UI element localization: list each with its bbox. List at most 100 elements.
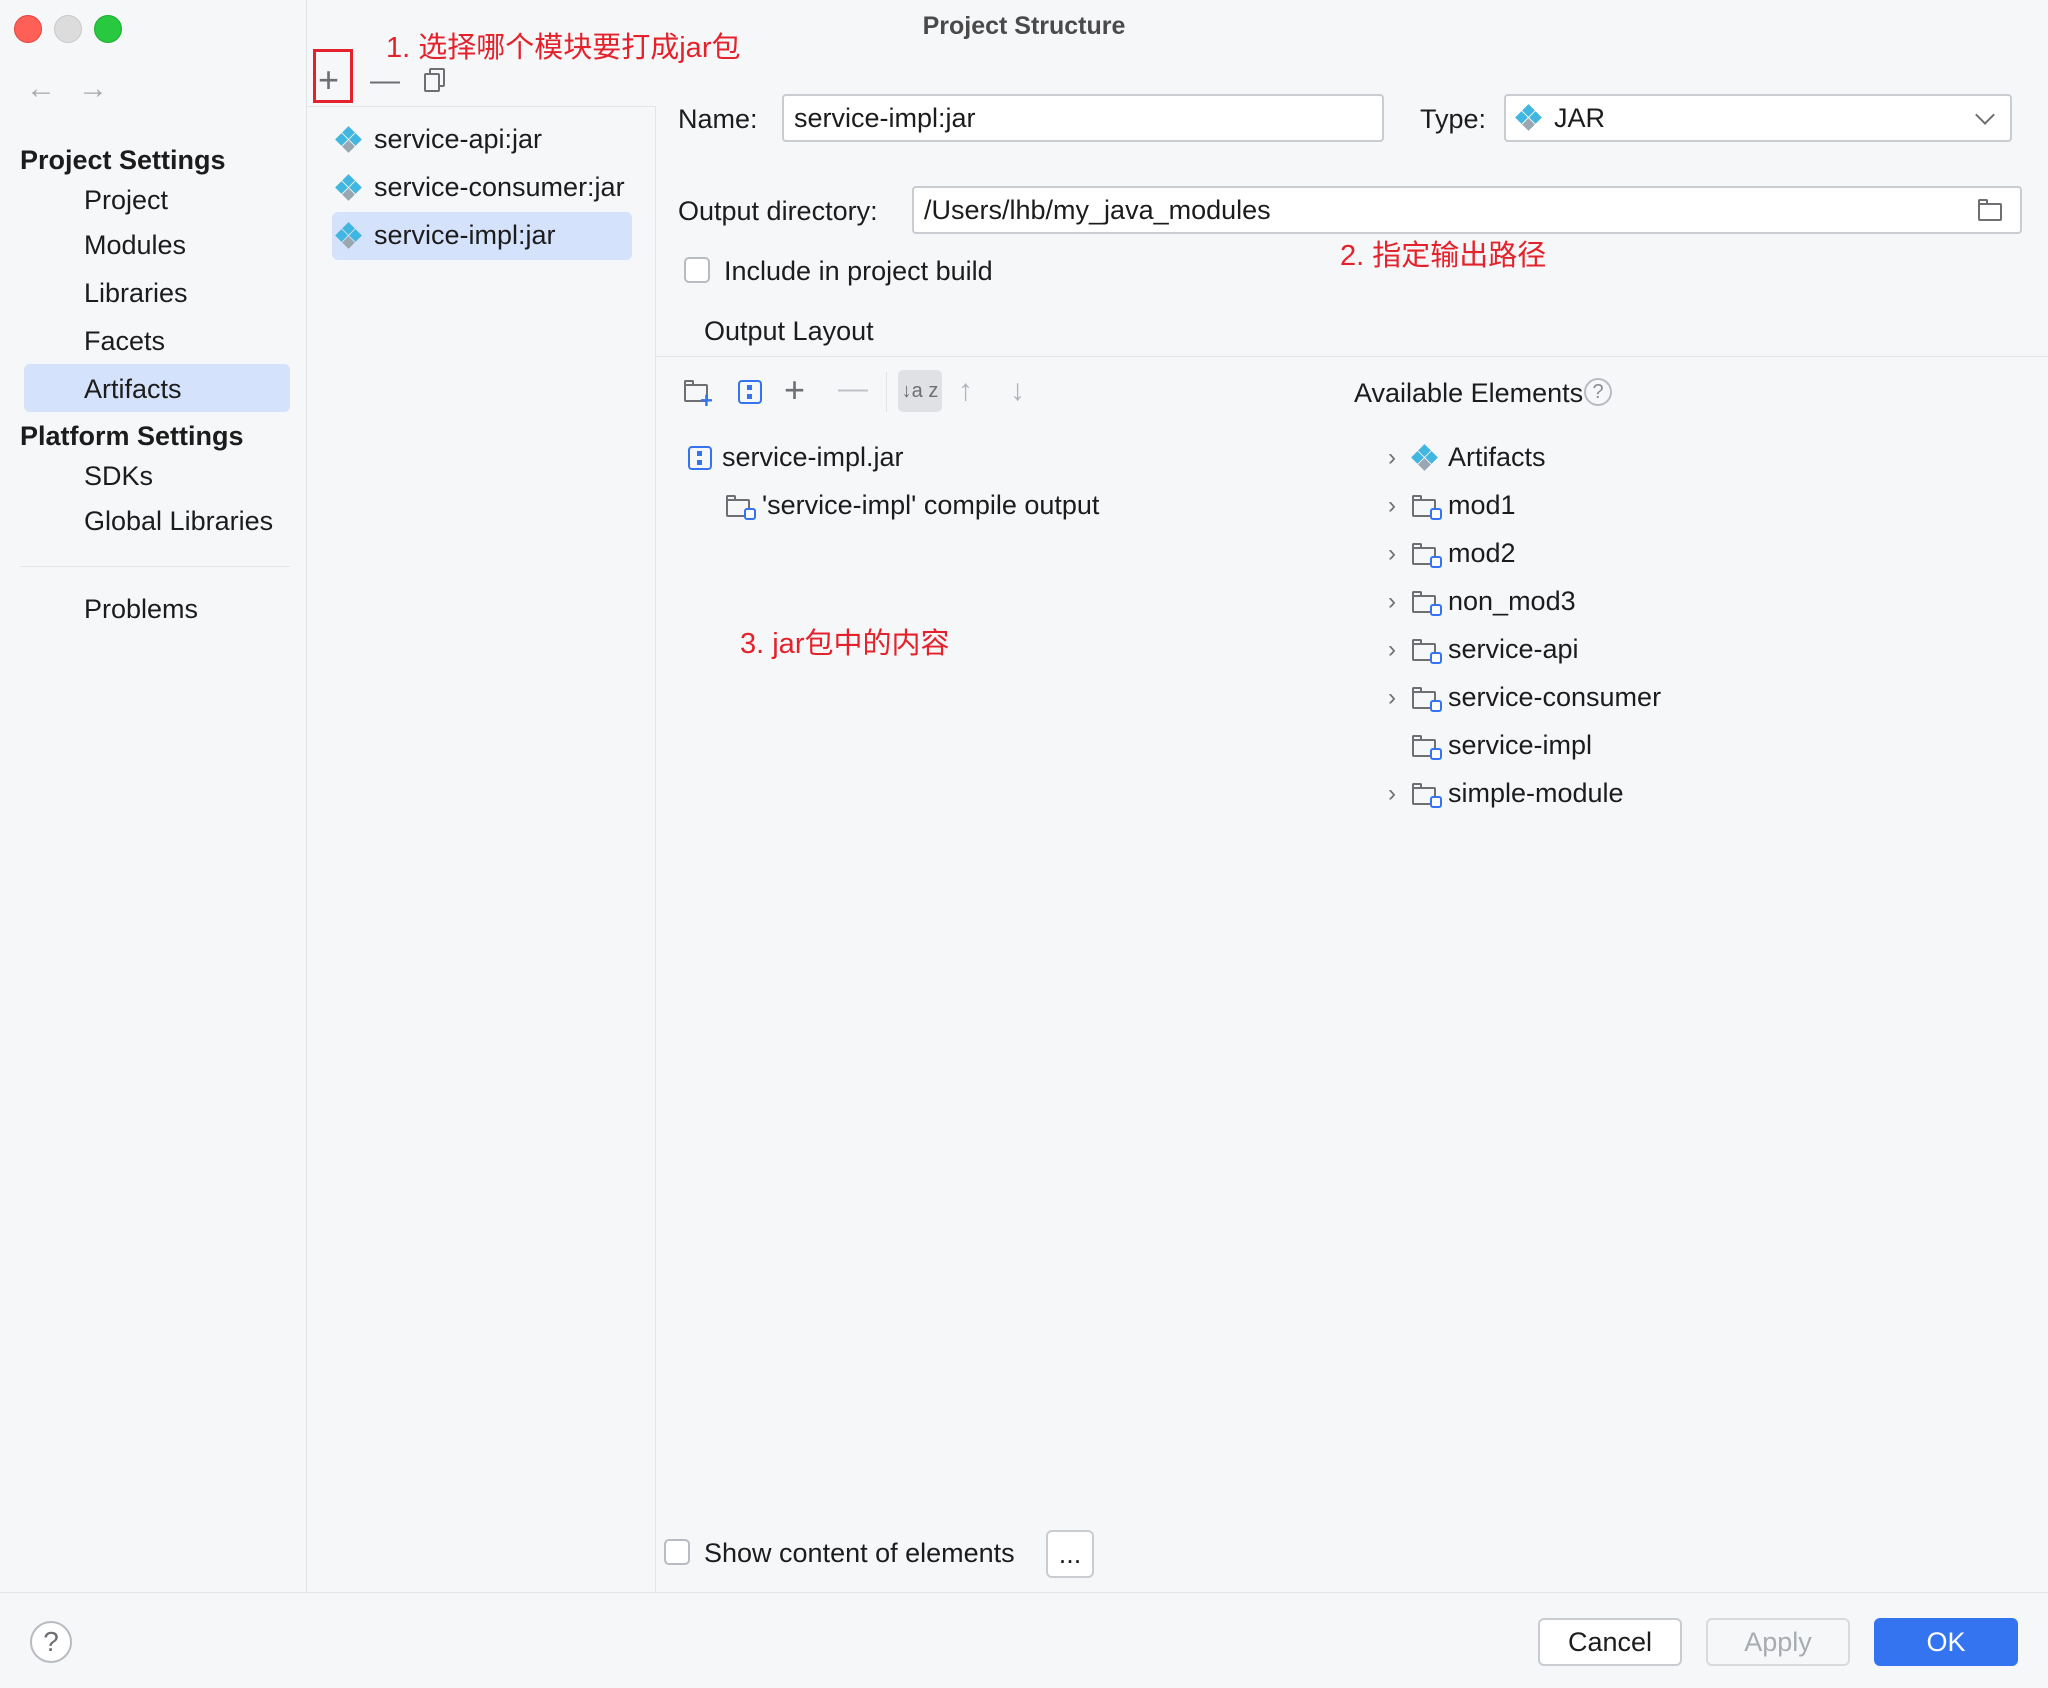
- available-item-mod2[interactable]: › mod2: [1382, 538, 1516, 569]
- available-item-service-consumer[interactable]: › service-consumer: [1382, 682, 1661, 713]
- module-folder-icon: [1412, 782, 1442, 808]
- window-title: Project Structure: [922, 12, 1126, 40]
- back-arrow-icon[interactable]: ←: [26, 74, 56, 104]
- module-folder-icon: [1412, 734, 1442, 760]
- available-elements-title: Available Elements: [1354, 378, 1584, 408]
- available-item-non-mod3[interactable]: › non_mod3: [1382, 586, 1576, 617]
- annotation-1: 1. 选择哪个模块要打成jar包: [386, 32, 741, 64]
- layout-root-label: service-impl.jar: [722, 442, 904, 472]
- layout-child-item[interactable]: 'service-impl' compile output: [726, 490, 1099, 521]
- chevron-right-icon[interactable]: ›: [1382, 588, 1402, 616]
- available-item-label: mod1: [1448, 490, 1516, 520]
- output-directory-input[interactable]: /Users/lhb/my_java_modules: [912, 186, 2022, 234]
- jar-type-icon: [1515, 104, 1542, 131]
- type-select[interactable]: JAR: [1504, 94, 2012, 142]
- module-folder-icon: [1412, 590, 1442, 616]
- layout-child-label: 'service-impl' compile output: [762, 490, 1100, 520]
- name-input[interactable]: service-impl:jar: [782, 94, 1384, 142]
- annotation-3: 3. jar包中的内容: [740, 628, 950, 660]
- tab-divider: [656, 356, 2048, 357]
- chevron-right-icon[interactable]: ›: [1382, 780, 1402, 808]
- include-in-build-label: Include in project build: [724, 256, 993, 286]
- tab-output-layout[interactable]: Output Layout: [704, 316, 874, 347]
- artifact-item-label: service-consumer:jar: [374, 172, 625, 202]
- artifact-item[interactable]: service-api:jar: [335, 124, 542, 155]
- nav-divider: [20, 566, 290, 567]
- add-layout-element-icon[interactable]: +: [784, 372, 805, 408]
- move-up-icon[interactable]: ↑: [958, 376, 973, 406]
- apply-button[interactable]: Apply: [1706, 1618, 1850, 1666]
- platform-settings-heading: Platform Settings: [20, 421, 244, 451]
- available-item-label: simple-module: [1448, 778, 1624, 808]
- jar-archive-icon: [688, 445, 712, 470]
- available-item-mod1[interactable]: › mod1: [1382, 490, 1516, 521]
- help-button[interactable]: ?: [30, 1621, 72, 1663]
- nav-item-problems[interactable]: Problems: [84, 594, 198, 625]
- annotation-2: 2. 指定输出路径: [1340, 240, 1547, 272]
- nav-item-facets[interactable]: Facets: [84, 326, 165, 357]
- available-item-label: mod2: [1448, 538, 1516, 568]
- create-archive-icon[interactable]: [738, 380, 762, 404]
- chevron-right-icon[interactable]: ›: [1382, 540, 1402, 568]
- nav-item-modules[interactable]: Modules: [84, 230, 186, 261]
- module-folder-icon: [1412, 638, 1442, 664]
- cancel-button[interactable]: Cancel: [1538, 1618, 1682, 1666]
- available-item-simple-module[interactable]: › simple-module: [1382, 778, 1624, 809]
- chevron-right-icon[interactable]: ›: [1382, 684, 1402, 712]
- type-select-value: JAR: [1554, 102, 1606, 133]
- chevron-right-icon[interactable]: ›: [1382, 636, 1402, 664]
- nav-item-project[interactable]: Project: [84, 185, 168, 216]
- module-output-folder-icon: [726, 494, 756, 520]
- forward-arrow-icon[interactable]: →: [78, 74, 108, 104]
- sort-elements-icon[interactable]: ↓a z: [898, 370, 942, 412]
- output-directory-label: Output directory:: [678, 196, 878, 226]
- chevron-down-icon: [1975, 105, 1995, 125]
- available-item-label: Artifacts: [1448, 442, 1546, 472]
- remove-artifact-icon[interactable]: —: [370, 66, 400, 96]
- name-label: Name:: [678, 104, 758, 134]
- nav-item-global-libraries[interactable]: Global Libraries: [84, 506, 273, 537]
- artifact-item[interactable]: service-impl:jar: [335, 220, 556, 251]
- show-content-options-button[interactable]: ...: [1046, 1530, 1094, 1578]
- artifact-icon: [335, 125, 362, 153]
- show-content-label: Show content of elements: [704, 1538, 1015, 1568]
- footer-divider: [0, 1592, 2048, 1593]
- output-directory-value: /Users/lhb/my_java_modules: [924, 194, 1271, 225]
- artifact-icon: [335, 221, 362, 249]
- browse-folder-icon[interactable]: [1978, 199, 2004, 221]
- artifacts-toolbar-divider: [306, 106, 655, 107]
- available-item-label: service-api: [1448, 634, 1579, 664]
- module-folder-icon: [1412, 686, 1442, 712]
- artifacts-panel-divider: [655, 106, 656, 1592]
- artifact-icon: [1411, 443, 1438, 471]
- include-in-build-checkbox[interactable]: [684, 257, 710, 283]
- remove-layout-element-icon[interactable]: —: [838, 374, 868, 404]
- ok-button[interactable]: OK: [1874, 1618, 2018, 1666]
- name-input-value: service-impl:jar: [794, 102, 976, 133]
- module-folder-icon: [1412, 494, 1442, 520]
- help-icon[interactable]: ?: [1584, 378, 1612, 406]
- nav-item-libraries[interactable]: Libraries: [84, 278, 188, 309]
- module-folder-icon: [1412, 542, 1442, 568]
- move-down-icon[interactable]: ↓: [1010, 376, 1025, 406]
- new-directory-icon[interactable]: +: [684, 380, 713, 413]
- show-content-checkbox[interactable]: [664, 1539, 690, 1565]
- available-item-service-api[interactable]: › service-api: [1382, 634, 1579, 665]
- nav-item-sdks[interactable]: SDKs: [84, 461, 153, 492]
- chevron-right-icon[interactable]: ›: [1382, 444, 1402, 472]
- artifact-item-label: service-impl:jar: [374, 220, 556, 250]
- project-settings-heading: Project Settings: [20, 145, 226, 175]
- available-item-label: service-impl: [1448, 730, 1593, 760]
- artifact-item[interactable]: service-consumer:jar: [335, 172, 625, 203]
- add-artifact-icon[interactable]: +: [318, 62, 339, 98]
- type-label: Type:: [1420, 104, 1487, 134]
- available-item-artifacts[interactable]: › Artifacts: [1382, 442, 1546, 473]
- chevron-right-icon[interactable]: ›: [1382, 492, 1402, 520]
- nav-panel-divider: [306, 0, 307, 1592]
- available-item-service-impl[interactable]: service-impl: [1382, 730, 1592, 761]
- toolbar-separator: [886, 372, 887, 412]
- available-item-label: service-consumer: [1448, 682, 1662, 712]
- nav-item-artifacts[interactable]: Artifacts: [84, 374, 182, 405]
- copy-artifact-icon[interactable]: [424, 68, 446, 92]
- layout-root-item[interactable]: service-impl.jar: [688, 442, 904, 473]
